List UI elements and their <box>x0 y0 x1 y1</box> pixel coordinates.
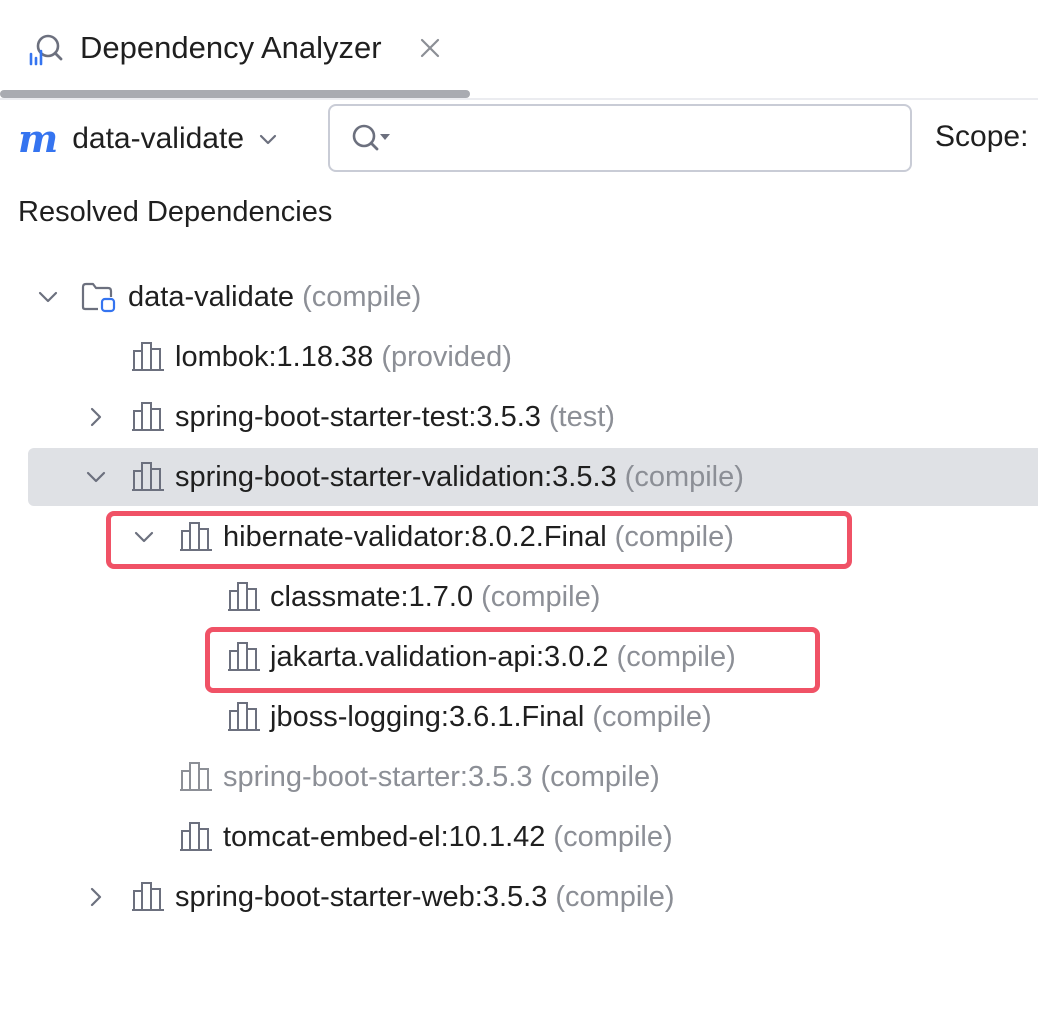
dependency-name: spring-boot-starter:3.5.3 <box>223 761 533 793</box>
scope-label: Scope: <box>935 120 1029 153</box>
chevron-down-icon[interactable] <box>132 525 156 549</box>
tab-title: Dependency Analyzer <box>80 30 382 65</box>
tree-row-spring-boot-starter-test[interactable]: spring-boot-starter-test:3.5.3 (test) <box>0 388 1038 446</box>
dependency-name: spring-boot-starter-web:3.5.3 <box>175 881 548 913</box>
dependency-name: jboss-logging:3.6.1.Final <box>270 701 585 733</box>
chevron-down-icon[interactable] <box>84 465 108 489</box>
search-icon[interactable] <box>350 121 394 155</box>
library-icon <box>180 522 212 551</box>
toolbar: m data-validate Scope: <box>0 100 1038 180</box>
dependency-scope: (compile) <box>540 761 660 793</box>
tree-row-spring-boot-starter-web[interactable]: spring-boot-starter-web:3.5.3 (compile) <box>0 868 1038 926</box>
tree-row-jakarta-validation-api[interactable]: jakarta.validation-api:3.0.2 (compile) <box>0 628 1038 686</box>
dependency-scope: (compile) <box>481 581 601 613</box>
dependency-scope: (compile) <box>302 281 422 313</box>
dependency-name: data-validate <box>128 281 295 313</box>
library-icon <box>180 822 212 851</box>
dependency-scope: (compile) <box>553 821 673 853</box>
library-icon <box>132 462 164 491</box>
tree-row-spring-boot-starter-validation[interactable]: spring-boot-starter-validation:3.5.3 (com… <box>0 448 1038 506</box>
dependency-name: jakarta.validation-api:3.0.2 <box>270 641 609 673</box>
dependency-scope: (compile) <box>616 641 736 673</box>
library-icon <box>228 702 260 731</box>
dependency-name: spring-boot-starter-test:3.5.3 <box>175 401 541 433</box>
tree-row-jboss-logging[interactable]: jboss-logging:3.6.1.Final (compile) <box>0 688 1038 746</box>
library-icon <box>228 582 260 611</box>
library-icon <box>180 762 212 791</box>
library-icon <box>132 342 164 371</box>
dependency-scope: (compile) <box>592 701 712 733</box>
dependency-scope: (provided) <box>381 341 512 373</box>
module-folder-icon <box>81 282 116 313</box>
chevron-right-icon[interactable] <box>84 405 108 429</box>
tab-dependency-analyzer[interactable]: Dependency Analyzer <box>0 0 470 98</box>
tree-row-spring-boot-starter[interactable]: spring-boot-starter:3.5.3 (compile) <box>0 748 1038 806</box>
dependency-name: tomcat-embed-el:10.1.42 <box>223 821 546 853</box>
search-input[interactable] <box>406 116 890 160</box>
dependency-name: classmate:1.7.0 <box>270 581 474 613</box>
library-icon <box>228 642 260 671</box>
section-title: Resolved Dependencies <box>18 196 333 228</box>
active-tab-indicator <box>0 90 470 98</box>
library-icon <box>132 402 164 431</box>
module-name: data-validate <box>72 122 245 155</box>
dependency-scope: (compile) <box>614 521 734 553</box>
tree-row-root[interactable]: data-validate (compile) <box>0 268 1038 326</box>
module-selector[interactable]: m data-validate <box>18 116 280 162</box>
tree-row-hibernate-validator[interactable]: hibernate-validator:8.0.2.Final (compile) <box>0 508 1038 566</box>
tree-row-classmate[interactable]: classmate:1.7.0 (compile) <box>0 568 1038 626</box>
dependency-scope: (compile) <box>555 881 675 913</box>
tree-row-tomcat-embed-el[interactable]: tomcat-embed-el:10.1.42 (compile) <box>0 808 1038 866</box>
dependency-name: lombok:1.18.38 <box>175 341 374 373</box>
dependency-analyzer-icon <box>29 34 63 66</box>
library-icon <box>132 882 164 911</box>
dependency-name: spring-boot-starter-validation:3.5.3 <box>175 461 617 493</box>
dependency-scope: (test) <box>548 401 615 433</box>
tool-window-tab-bar: Dependency Analyzer <box>0 0 1038 100</box>
chevron-right-icon[interactable] <box>84 885 108 909</box>
dependency-name: hibernate-validator:8.0.2.Final <box>223 521 607 553</box>
chevron-down-icon[interactable] <box>36 285 60 309</box>
maven-module-icon: m <box>18 116 59 161</box>
chevron-down-icon <box>259 134 277 145</box>
search-field[interactable] <box>328 104 912 172</box>
tree-row-lombok[interactable]: lombok:1.18.38 (provided) <box>0 328 1038 386</box>
dependency-scope: (compile) <box>624 461 744 493</box>
close-icon[interactable] <box>416 34 444 62</box>
